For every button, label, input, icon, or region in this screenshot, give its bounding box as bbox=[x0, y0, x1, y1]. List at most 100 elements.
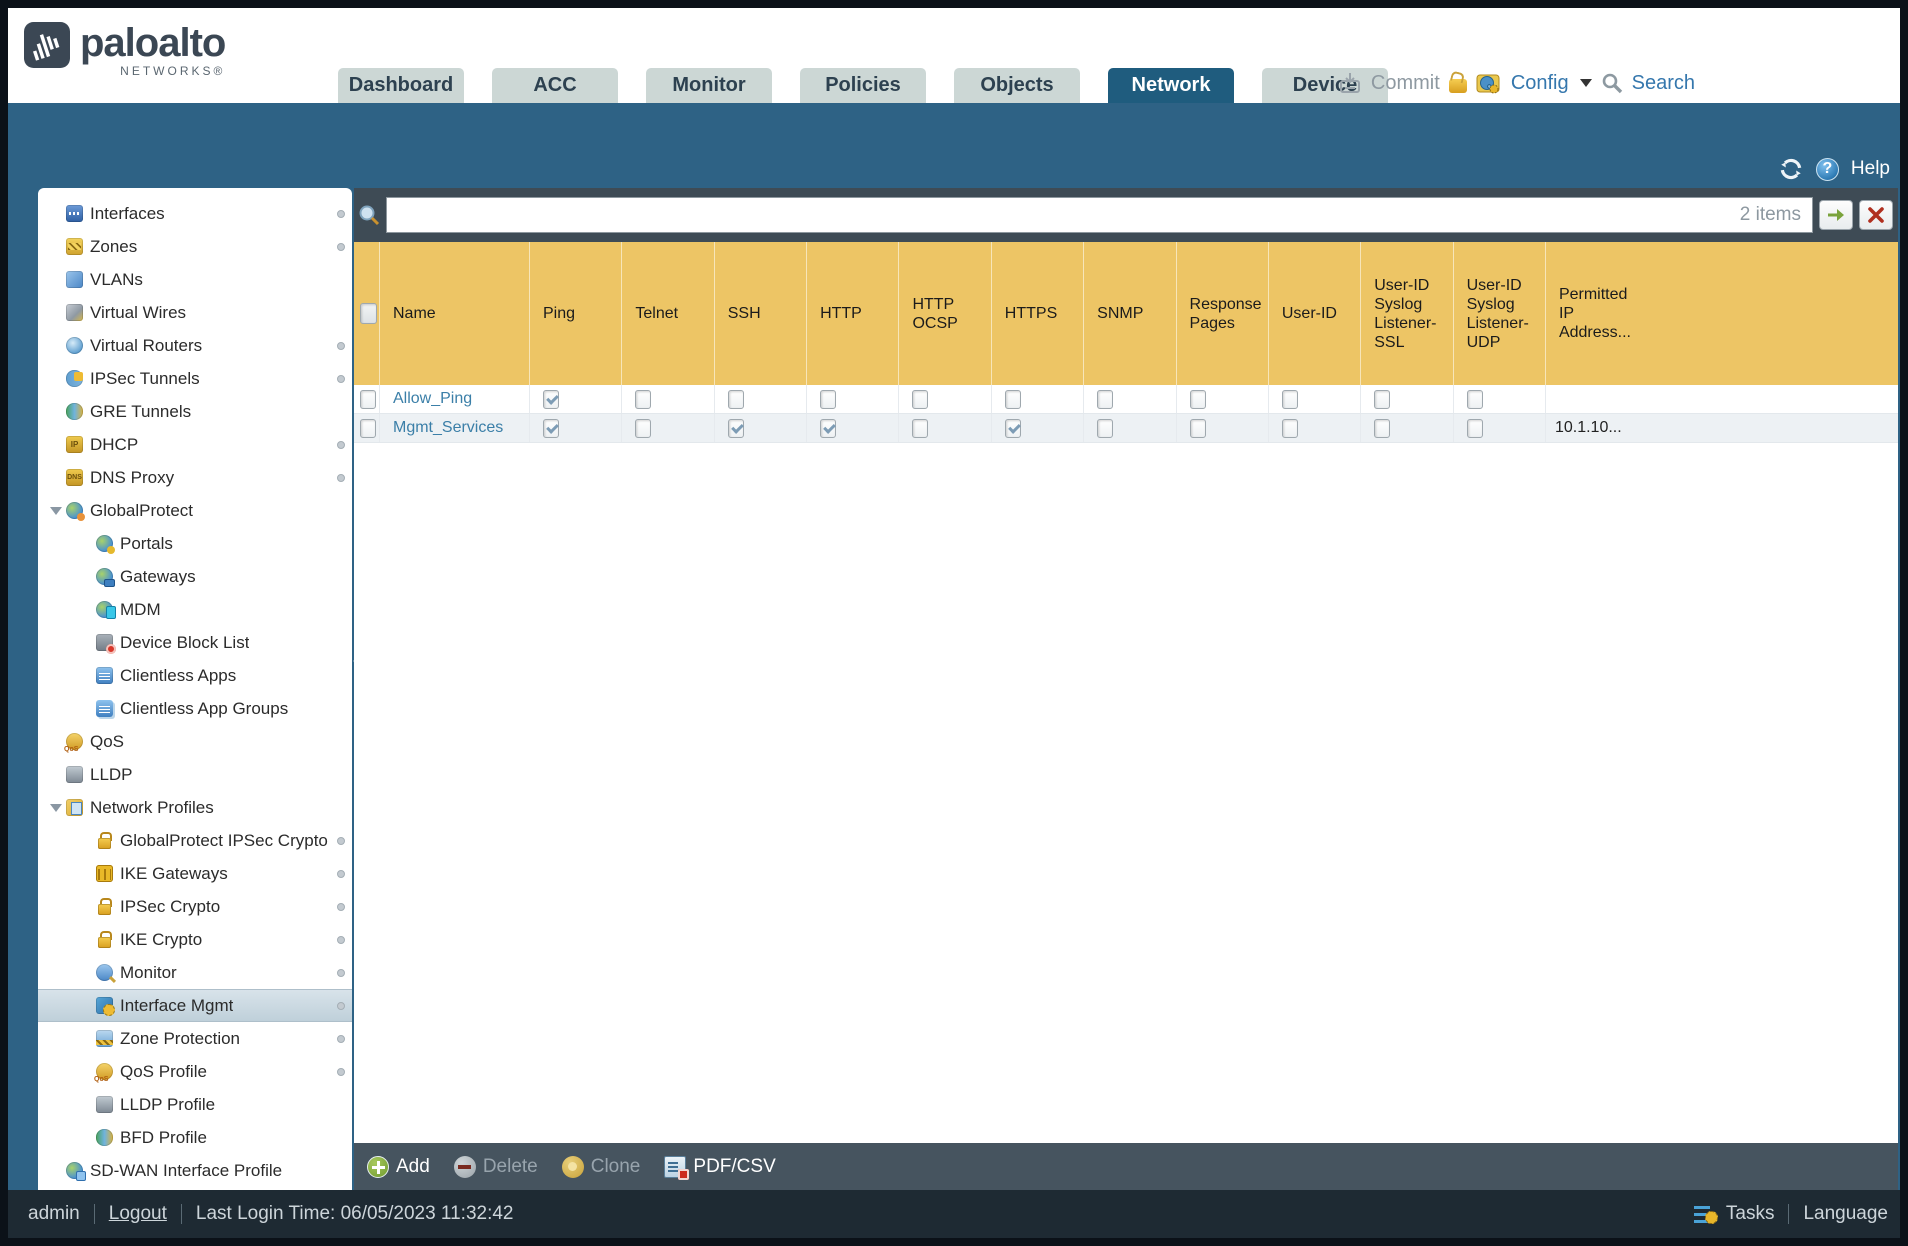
sidebar-item-ipsec-crypto[interactable]: IPSec Crypto bbox=[38, 890, 352, 923]
unchecked-checkbox[interactable] bbox=[820, 389, 837, 409]
column-header-snmp[interactable]: SNMP bbox=[1084, 242, 1177, 385]
commit-icon[interactable] bbox=[1338, 71, 1362, 95]
column-header-telnet[interactable]: Telnet bbox=[622, 242, 715, 385]
sidebar-item-ipsec-tunnels[interactable]: IPSec Tunnels bbox=[38, 362, 352, 395]
column-header-name[interactable]: Name bbox=[380, 242, 530, 385]
sidebar-item-sd-wan-interface-profile[interactable]: SD-WAN Interface Profile bbox=[38, 1154, 352, 1187]
config-caret-icon[interactable] bbox=[1579, 79, 1592, 87]
commit-button[interactable]: Commit bbox=[1371, 72, 1440, 95]
sidebar-item-lldp[interactable]: LLDP bbox=[38, 758, 352, 791]
pdf-csv-button[interactable]: PDF/CSV bbox=[664, 1155, 776, 1180]
unchecked-checkbox[interactable] bbox=[1189, 418, 1206, 438]
row-name-link[interactable]: Allow_Ping bbox=[393, 390, 472, 408]
unchecked-checkbox[interactable] bbox=[1097, 389, 1114, 409]
unchecked-checkbox[interactable] bbox=[1466, 418, 1483, 438]
checked-checkbox[interactable] bbox=[820, 418, 837, 438]
unchecked-checkbox[interactable] bbox=[1466, 389, 1483, 409]
refresh-icon[interactable] bbox=[1778, 156, 1804, 182]
unchecked-checkbox[interactable] bbox=[1189, 389, 1206, 409]
search-icon[interactable] bbox=[1601, 72, 1623, 94]
sidebar-item-vlans[interactable]: VLANs bbox=[38, 263, 352, 296]
column-header-ping[interactable]: Ping bbox=[530, 242, 623, 385]
unchecked-checkbox[interactable] bbox=[1097, 418, 1114, 438]
unchecked-checkbox[interactable] bbox=[912, 389, 929, 409]
add-button[interactable]: Add bbox=[367, 1155, 430, 1178]
logout-link[interactable]: Logout bbox=[109, 1203, 167, 1225]
sidebar-item-bfd-profile[interactable]: BFD Profile bbox=[38, 1121, 352, 1154]
sidebar-item-dhcp[interactable]: DHCP bbox=[38, 428, 352, 461]
filter-input[interactable] bbox=[386, 197, 1813, 233]
sidebar-item-interface-mgmt[interactable]: Interface Mgmt bbox=[38, 989, 352, 1022]
unchecked-checkbox[interactable] bbox=[912, 418, 929, 438]
column-header-https[interactable]: HTTPS bbox=[992, 242, 1085, 385]
tree-expand-caret[interactable] bbox=[46, 803, 66, 812]
checked-checkbox[interactable] bbox=[727, 418, 744, 438]
column-header-http-ocsp[interactable]: HTTP OCSP bbox=[899, 242, 992, 385]
unchecked-checkbox[interactable] bbox=[1281, 418, 1298, 438]
column-header-user-id[interactable]: User-ID bbox=[1269, 242, 1362, 385]
checked-checkbox[interactable] bbox=[543, 389, 559, 409]
sidebar-item-device-block-list[interactable]: Device Block List bbox=[38, 626, 352, 659]
sidebar-item-clientless-app-groups[interactable]: Clientless App Groups bbox=[38, 692, 352, 725]
sidebar-item-virtual-wires[interactable]: Virtual Wires bbox=[38, 296, 352, 329]
sidebar-item-interfaces[interactable]: Interfaces bbox=[38, 197, 352, 230]
column-header-ssh[interactable]: SSH bbox=[715, 242, 808, 385]
column-header-response-pages[interactable]: Response Pages bbox=[1177, 242, 1269, 385]
sidebar-item-portals[interactable]: Portals bbox=[38, 527, 352, 560]
unchecked-checkbox[interactable] bbox=[1004, 389, 1021, 409]
help-icon[interactable] bbox=[1815, 157, 1839, 181]
sidebar-item-zone-protection[interactable]: Zone Protection bbox=[38, 1022, 352, 1055]
row-checkbox[interactable] bbox=[360, 389, 376, 409]
column-header-user-id-syslog-listener-ssl[interactable]: User-ID Syslog Listener-SSL bbox=[1361, 242, 1454, 385]
clone-button[interactable]: Clone bbox=[561, 1155, 640, 1178]
tab-network[interactable]: Network bbox=[1108, 68, 1234, 103]
config-icon[interactable] bbox=[1476, 71, 1502, 95]
checked-checkbox[interactable] bbox=[543, 418, 559, 438]
apply-filter-button[interactable] bbox=[1819, 200, 1853, 230]
search-button[interactable]: Search bbox=[1632, 72, 1695, 95]
sidebar-item-zones[interactable]: Zones bbox=[38, 230, 352, 263]
tab-objects[interactable]: Objects bbox=[954, 68, 1080, 103]
unchecked-checkbox[interactable] bbox=[727, 389, 744, 409]
tab-policies[interactable]: Policies bbox=[800, 68, 926, 103]
tasks-icon[interactable] bbox=[1693, 1204, 1718, 1224]
unchecked-checkbox[interactable] bbox=[635, 389, 652, 409]
delete-button[interactable]: Delete bbox=[453, 1155, 538, 1178]
unchecked-checkbox[interactable] bbox=[1281, 389, 1298, 409]
sidebar-item-virtual-routers[interactable]: Virtual Routers bbox=[38, 329, 352, 362]
tab-acc[interactable]: ACC bbox=[492, 68, 618, 103]
tab-dashboard[interactable]: Dashboard bbox=[338, 68, 464, 103]
column-header-http[interactable]: HTTP bbox=[807, 242, 900, 385]
sidebar-item-mdm[interactable]: MDM bbox=[38, 593, 352, 626]
tasks-button[interactable]: Tasks bbox=[1726, 1203, 1775, 1225]
row-name-link[interactable]: Mgmt_Services bbox=[393, 419, 503, 437]
language-button[interactable]: Language bbox=[1803, 1203, 1888, 1225]
sidebar-item-globalprotect[interactable]: GlobalProtect bbox=[38, 494, 352, 527]
sidebar-item-globalprotect-ipsec-crypto[interactable]: GlobalProtect IPSec Crypto bbox=[38, 824, 352, 857]
lock-icon[interactable] bbox=[1448, 79, 1467, 93]
sidebar-item-network-profiles[interactable]: Network Profiles bbox=[38, 791, 352, 824]
sidebar-item-ike-gateways[interactable]: IKE Gateways bbox=[38, 857, 352, 890]
tree-expand-caret[interactable] bbox=[46, 506, 66, 515]
tab-monitor[interactable]: Monitor bbox=[646, 68, 772, 103]
config-button[interactable]: Config bbox=[1511, 72, 1569, 95]
unchecked-checkbox[interactable] bbox=[1374, 389, 1391, 409]
sidebar-item-qos-profile[interactable]: QoS Profile bbox=[38, 1055, 352, 1088]
checked-checkbox[interactable] bbox=[1004, 418, 1021, 438]
unchecked-checkbox[interactable] bbox=[1374, 418, 1391, 438]
sidebar-item-monitor[interactable]: Monitor bbox=[38, 956, 352, 989]
sidebar-item-gre-tunnels[interactable]: GRE Tunnels bbox=[38, 395, 352, 428]
row-checkbox[interactable] bbox=[360, 418, 376, 438]
sidebar-item-ike-crypto[interactable]: IKE Crypto bbox=[38, 923, 352, 956]
sidebar-item-clientless-apps[interactable]: Clientless Apps bbox=[38, 659, 352, 692]
column-header-permitted-ip-address-[interactable]: Permitted IP Address... bbox=[1546, 242, 1898, 385]
sidebar-item-qos[interactable]: QoS bbox=[38, 725, 352, 758]
select-all-checkbox[interactable] bbox=[360, 303, 377, 324]
sidebar-item-dns-proxy[interactable]: DNS Proxy bbox=[38, 461, 352, 494]
unchecked-checkbox[interactable] bbox=[635, 418, 652, 438]
sidebar-item-gateways[interactable]: Gateways bbox=[38, 560, 352, 593]
sidebar-item-lldp-profile[interactable]: LLDP Profile bbox=[38, 1088, 352, 1121]
clear-filter-button[interactable] bbox=[1859, 200, 1893, 230]
column-header-user-id-syslog-listener-udp[interactable]: User-ID Syslog Listener-UDP bbox=[1454, 242, 1546, 385]
help-button[interactable]: Help bbox=[1851, 158, 1890, 180]
